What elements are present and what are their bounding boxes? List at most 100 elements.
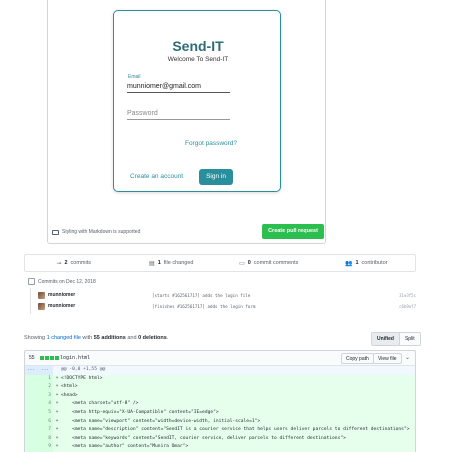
- create-account-link[interactable]: Create an account: [130, 173, 183, 180]
- view-file-button[interactable]: View file: [373, 353, 402, 364]
- commit-row[interactable]: munniomer [finishes #162561717] adds the…: [38, 301, 416, 311]
- chevron-down-icon[interactable]: ⌄: [405, 354, 410, 361]
- copy-path-button[interactable]: Copy path: [341, 353, 374, 364]
- file-change-count: 55: [29, 355, 35, 361]
- avatar[interactable]: [38, 291, 45, 299]
- diff-line[interactable]: 1 + <!DOCTYPE html>: [25, 374, 415, 384]
- split-view-button[interactable]: Split: [399, 333, 420, 345]
- addition-marker: +: [55, 392, 59, 398]
- new-line-number[interactable]: 4: [39, 400, 53, 409]
- commit-group-icon: [28, 278, 35, 285]
- diff-line[interactable]: 7 + <meta name="description" content="Sen…: [25, 426, 415, 435]
- addition-marker: +: [55, 384, 59, 390]
- sign-in-button[interactable]: Sign in: [199, 169, 233, 185]
- files-changed-tab[interactable]: ▤ 1 file changed: [123, 255, 221, 271]
- new-line-number[interactable]: 3: [39, 391, 53, 401]
- diff-body: ...... @@ -0,0 +1,55 @@ 1 + <!DOCTYPE html>…: [24, 366, 416, 452]
- summary-prefix: Showing: [24, 335, 46, 341]
- diff-view-toggle: Unified Split: [371, 332, 421, 346]
- people-icon: 👥: [344, 260, 353, 267]
- diff-line[interactable]: 5 + <meta http-equiv="X-UA-Compatible" co…: [25, 408, 415, 418]
- avatar[interactable]: [38, 302, 45, 310]
- email-label: Email: [128, 74, 141, 80]
- old-line-number[interactable]: [25, 383, 39, 392]
- create-pull-request-button[interactable]: Create pull request: [262, 224, 324, 239]
- diff-line[interactable]: 8 + <meta name="keywords" content="SendIT…: [25, 434, 415, 444]
- email-field[interactable]: munniomer@gmail.com: [127, 83, 230, 93]
- code-line: <meta charset="utf-8" />: [61, 401, 139, 407]
- code-line: <head>: [61, 392, 78, 398]
- old-line-number[interactable]: [25, 374, 39, 384]
- commits-label: commits: [70, 260, 92, 266]
- old-line-number[interactable]: [25, 434, 39, 444]
- contributors-tab[interactable]: 👥 1 contributor: [318, 255, 416, 271]
- addition-marker: +: [55, 409, 59, 415]
- diff-line[interactable]: 6 + <meta name="viewport" content="width=…: [25, 417, 415, 427]
- commit-row[interactable]: munniomer [starts #162561717] adds the l…: [38, 290, 416, 300]
- commit-rail: [30, 288, 31, 314]
- diff-hunk-header[interactable]: ...... @@ -0,0 +1,55 @@: [25, 366, 415, 375]
- new-line-number[interactable]: 6: [39, 417, 53, 427]
- code-line: <meta name="keywords" content="SendIT, c…: [61, 435, 346, 441]
- brand-title: Send-IT: [172, 38, 224, 54]
- code-line: <meta name="description" content="SendIT…: [61, 427, 410, 433]
- old-line-number[interactable]: [25, 417, 39, 427]
- commits-date-text: Commits on Dec 12, 2018: [38, 278, 96, 285]
- new-line-number[interactable]: 5: [39, 408, 53, 418]
- addition-marker: +: [55, 435, 59, 441]
- deletions-count: 0 deletions: [138, 335, 167, 341]
- diff-line[interactable]: 4 + <meta charset="utf-8" />: [25, 400, 415, 409]
- commit-sha[interactable]: 31e3f5c: [399, 293, 416, 298]
- contributors-label: contributor: [361, 260, 388, 266]
- addition-marker: +: [55, 401, 59, 407]
- new-line-number[interactable]: 9: [39, 443, 53, 452]
- welcome-text: Welcome To Send-IT: [167, 56, 229, 63]
- summary-and: and: [127, 335, 137, 341]
- commit-message[interactable]: [starts #162561717] adds the login file: [152, 293, 399, 298]
- new-line-number[interactable]: 8: [39, 434, 53, 444]
- changed-files-link[interactable]: 1 changed file: [47, 335, 81, 341]
- forgot-password-link[interactable]: Forgot password?: [185, 140, 237, 147]
- commit-author[interactable]: munniomer: [48, 292, 152, 298]
- login-preview-card: Send-IT Welcome To Send-IT Email munniom…: [113, 10, 281, 192]
- commit-comments-tab[interactable]: ▭ 0 commit comments: [220, 255, 318, 271]
- new-line-number[interactable]: 2: [39, 383, 53, 392]
- old-line-number[interactable]: [25, 426, 39, 435]
- code-line: <!DOCTYPE html>: [61, 375, 103, 381]
- commit-author[interactable]: munniomer: [48, 303, 152, 309]
- password-field[interactable]: Password: [127, 110, 230, 120]
- files-label: file changed: [163, 260, 194, 266]
- old-line-number[interactable]: [25, 391, 39, 401]
- diff-line[interactable]: 9 + <meta name="author" content="Munira O…: [25, 443, 415, 452]
- additions-count: 55 additions: [93, 335, 126, 341]
- addition-marker: +: [55, 444, 59, 450]
- code-line: <meta http-equiv="X-UA-Compatible" conte…: [61, 409, 219, 415]
- commits-date-header: Commits on Dec 12, 2018: [28, 278, 96, 285]
- comment-icon: ▭: [239, 260, 245, 267]
- diff-line[interactable]: 2 + <html>: [25, 383, 415, 392]
- old-line-number[interactable]: [25, 408, 39, 418]
- diff-line[interactable]: 3 + <head>: [25, 391, 415, 401]
- commits-tab[interactable]: ⊸ 2 commits: [25, 255, 123, 271]
- unified-view-button[interactable]: Unified: [372, 333, 400, 345]
- comments-count: 0: [247, 260, 251, 266]
- markdown-hint-text: Styling with Markdown is supported: [62, 229, 141, 235]
- new-line-number[interactable]: 7: [39, 426, 53, 435]
- commits-count: 2: [64, 260, 68, 266]
- addition-marker: +: [55, 427, 59, 433]
- old-line-number[interactable]: [25, 443, 39, 452]
- hunk-expand[interactable]: ...: [25, 366, 39, 375]
- addition-marker: +: [55, 375, 59, 381]
- file-name[interactable]: login.html: [60, 355, 90, 361]
- old-line-number[interactable]: [25, 400, 39, 409]
- commit-sha[interactable]: c6b9ef7: [399, 304, 416, 309]
- new-line-number[interactable]: 1: [39, 374, 53, 384]
- files-count: 1: [157, 260, 161, 266]
- code-line: <html>: [61, 384, 78, 390]
- pr-stats-bar: ⊸ 2 commits ▤ 1 file changed ▭ 0 commit …: [24, 254, 416, 272]
- commit-message[interactable]: [finishes #162561717] adds the login for…: [152, 304, 399, 309]
- markdown-hint: Styling with Markdown is supported: [52, 229, 140, 235]
- addition-marker: +: [55, 418, 59, 424]
- hunk-expand[interactable]: ...: [39, 366, 53, 375]
- diffstat-bars: [40, 356, 59, 360]
